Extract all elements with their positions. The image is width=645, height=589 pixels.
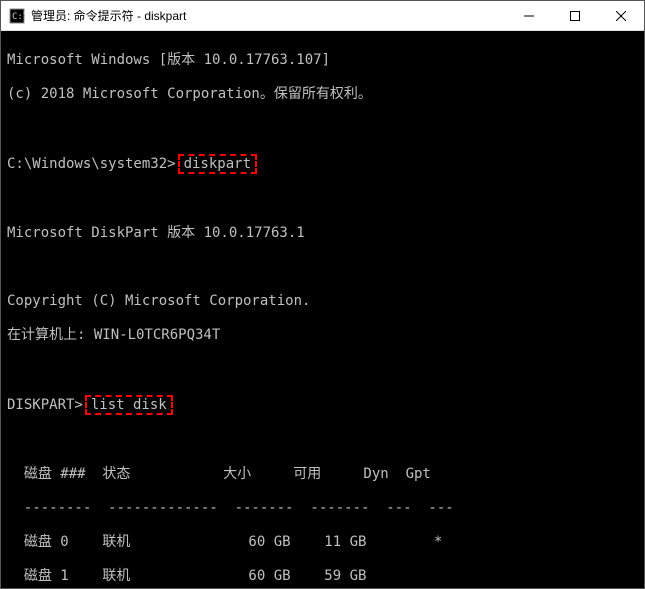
output-line: Microsoft DiskPart 版本 10.0.17763.1 — [7, 225, 638, 242]
table-divider: -------- ------------- ------- ------- -… — [7, 500, 638, 517]
close-button[interactable] — [598, 1, 644, 30]
output-line: (c) 2018 Microsoft Corporation。保留所有权利。 — [7, 86, 638, 103]
output-line: Microsoft Windows [版本 10.0.17763.107] — [7, 52, 638, 69]
output-line: 在计算机上: WIN-L0TCR6PQ34T — [7, 327, 638, 344]
prompt-prefix: DISKPART> — [7, 397, 83, 413]
table-row: 磁盘 0 联机 60 GB 11 GB * — [7, 534, 638, 551]
window-title: 管理员: 命令提示符 - diskpart — [31, 7, 506, 24]
output-line: Copyright (C) Microsoft Corporation. — [7, 293, 638, 310]
prompt-line: C:\Windows\system32>diskpart — [7, 154, 638, 174]
table-header: 磁盘 ### 状态 大小 可用 Dyn Gpt — [7, 466, 638, 483]
svg-text:C:\: C:\ — [12, 12, 25, 22]
prompt-prefix: C:\Windows\system32> — [7, 156, 176, 172]
prompt-line: DISKPART>list disk — [7, 395, 638, 415]
minimize-button[interactable] — [506, 1, 552, 30]
maximize-button[interactable] — [552, 1, 598, 30]
cmd-icon: C:\ — [9, 8, 25, 24]
table-row: 磁盘 1 联机 60 GB 59 GB — [7, 568, 638, 585]
command-highlight: list disk — [85, 395, 173, 415]
window-titlebar: C:\ 管理员: 命令提示符 - diskpart — [1, 1, 644, 31]
window-controls — [506, 1, 644, 30]
terminal-output[interactable]: Microsoft Windows [版本 10.0.17763.107] (c… — [1, 31, 644, 588]
command-highlight: diskpart — [178, 154, 257, 174]
